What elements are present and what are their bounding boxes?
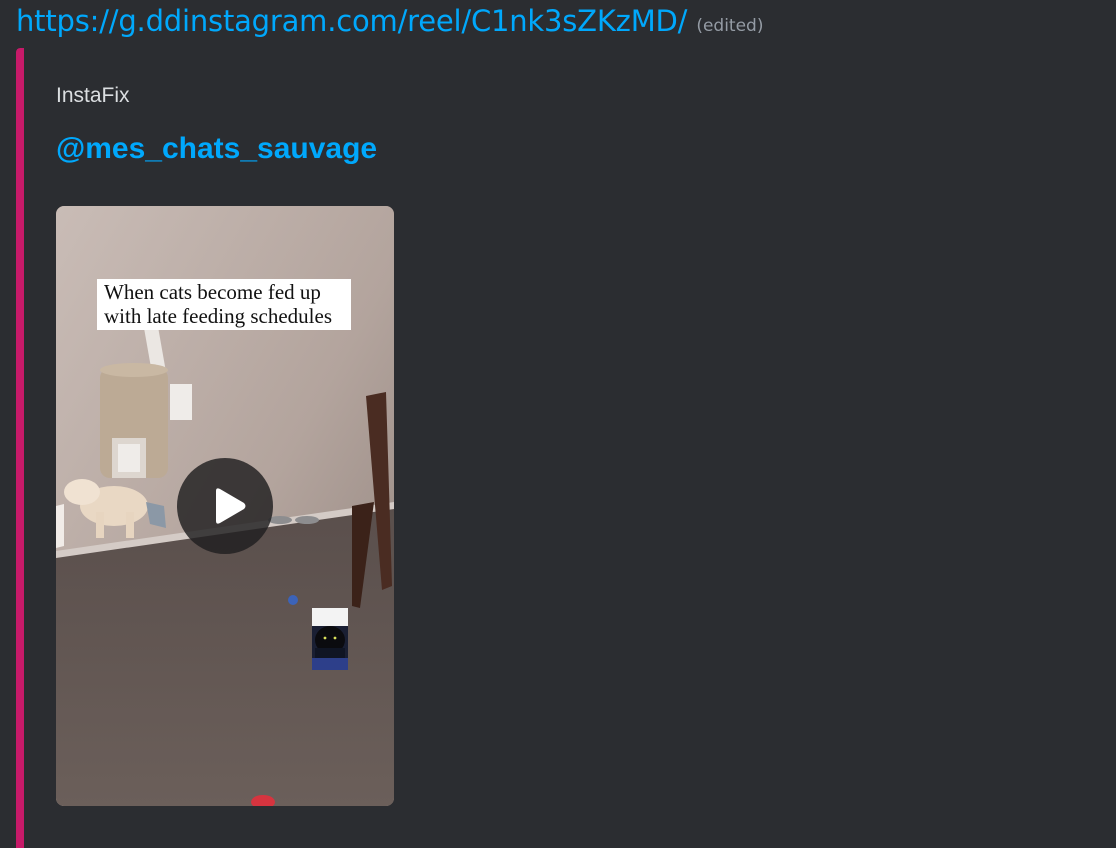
embed-accent-bar bbox=[16, 48, 24, 848]
video-caption-line: with late feeding schedules bbox=[104, 304, 333, 328]
play-icon bbox=[216, 488, 246, 524]
video-caption: When cats become fed up with late feedin… bbox=[97, 279, 351, 330]
embed-body: InstaFix @mes_chats_sauvage When cats be… bbox=[24, 48, 418, 848]
embed-provider: InstaFix bbox=[56, 84, 130, 107]
edited-label: (edited) bbox=[696, 16, 764, 36]
embed-video[interactable]: When cats become fed up with late feedin… bbox=[56, 206, 394, 806]
video-caption-line: When cats become fed up bbox=[104, 280, 321, 304]
chat-message: https://g.ddinstagram.com/reel/C1nk3sZKz… bbox=[0, 0, 1116, 848]
play-button[interactable] bbox=[177, 458, 273, 554]
black-cat-image bbox=[312, 608, 348, 670]
message-content: https://g.ddinstagram.com/reel/C1nk3sZKz… bbox=[16, 4, 763, 38]
message-link[interactable]: https://g.ddinstagram.com/reel/C1nk3sZKz… bbox=[16, 4, 687, 38]
embed-author-link[interactable]: @mes_chats_sauvage bbox=[56, 132, 377, 166]
link-embed: InstaFix @mes_chats_sauvage When cats be… bbox=[16, 48, 418, 848]
